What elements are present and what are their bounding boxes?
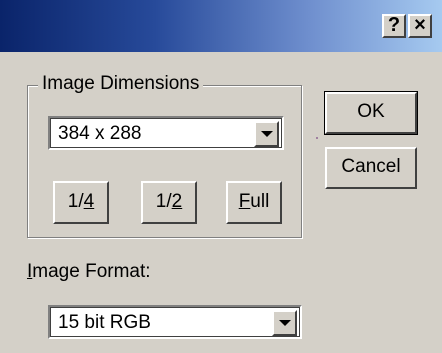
full-size-button[interactable]: Full [226, 181, 282, 224]
quarter-size-label: 1/4 [67, 191, 95, 212]
chevron-down-icon[interactable] [272, 310, 297, 336]
close-icon[interactable]: × [408, 14, 432, 38]
quarter-size-button[interactable]: 1/4 [53, 181, 109, 224]
half-size-label: 1/2 [155, 191, 183, 212]
dimensions-select[interactable]: 384 x 288 [48, 116, 284, 150]
cancel-label: Cancel [341, 156, 401, 177]
help-icon[interactable]: ? [382, 14, 406, 38]
format-value: 15 bit RGB [58, 312, 151, 333]
dialog-window: ? × Image Dimensions 384 x 288 1/4 1/2 F… [0, 0, 442, 353]
image-format-label: Image Format: [27, 261, 151, 282]
image-dimensions-label: Image Dimensions [38, 70, 204, 98]
format-select[interactable]: 15 bit RGB [48, 305, 302, 339]
ok-label: OK [357, 101, 385, 122]
cancel-button[interactable]: Cancel [325, 147, 417, 189]
title-bar: ? × [0, 0, 442, 52]
stray-pixel [316, 137, 318, 139]
half-size-button[interactable]: 1/2 [141, 181, 197, 224]
ok-button[interactable]: OK [324, 91, 418, 135]
full-size-label: Full [238, 191, 270, 212]
chevron-down-icon[interactable] [254, 121, 279, 147]
dimensions-value: 384 x 288 [58, 123, 142, 144]
